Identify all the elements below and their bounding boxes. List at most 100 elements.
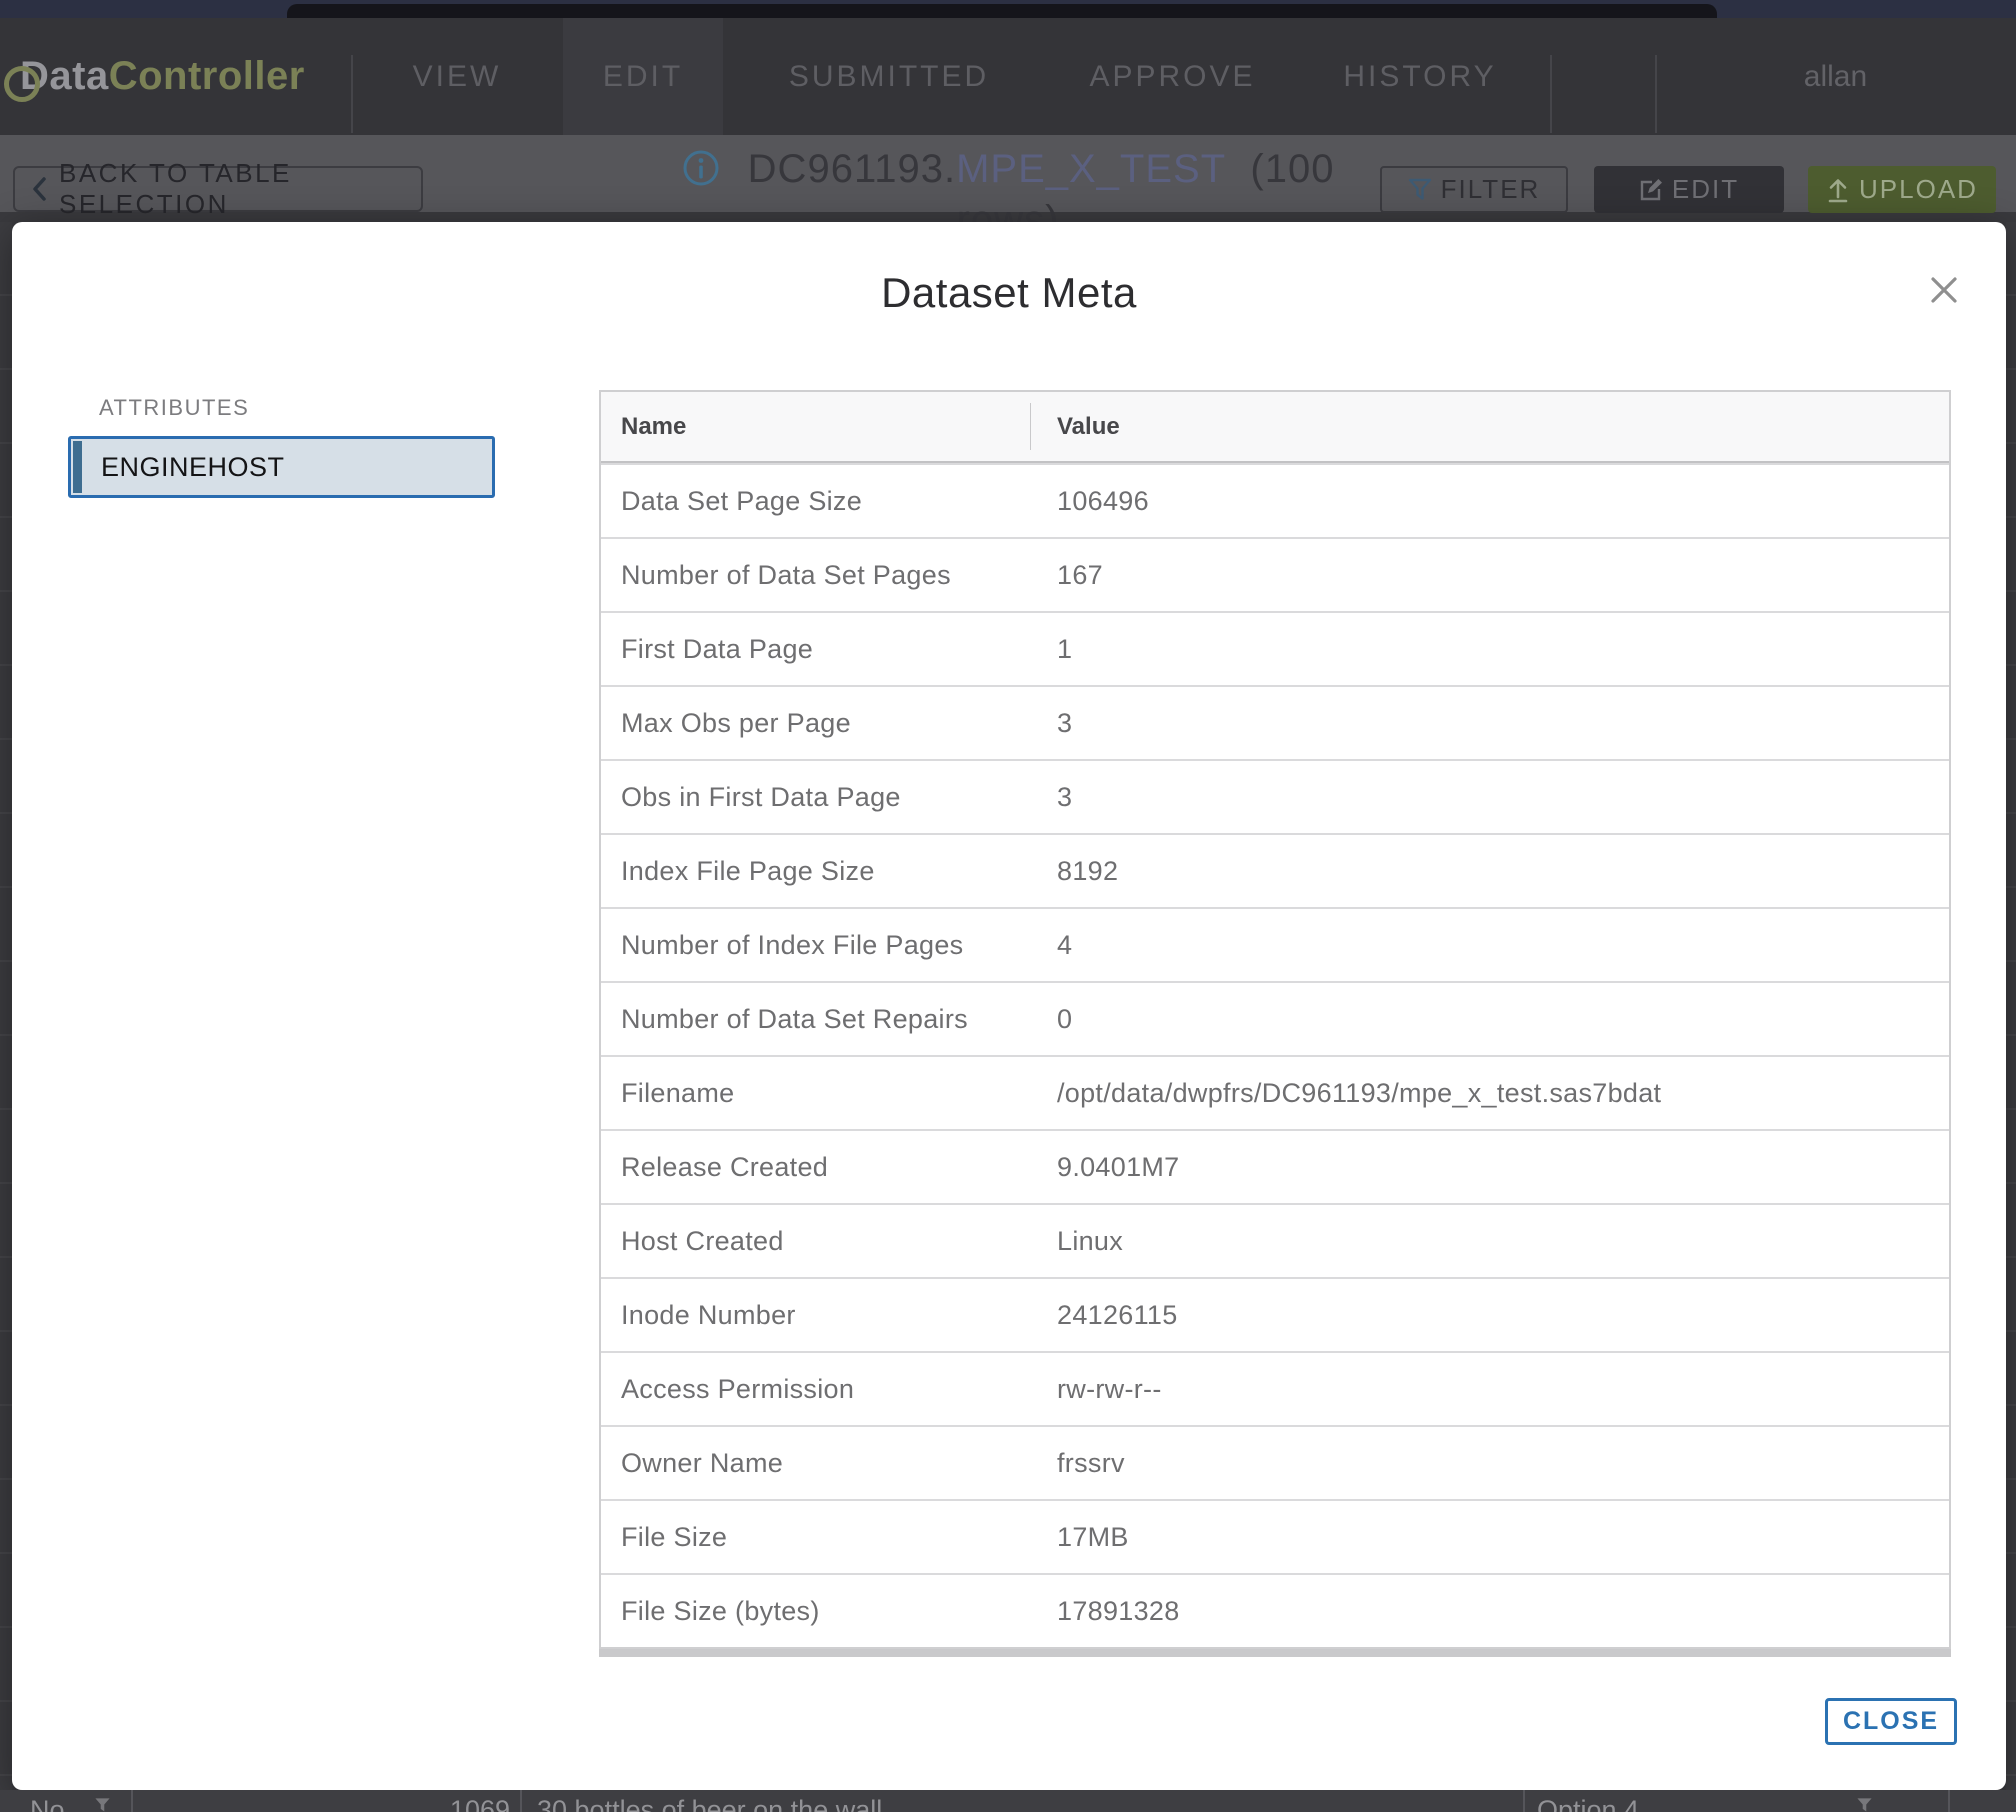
close-icon[interactable] [1924, 270, 1964, 310]
row-value: frssrv [1057, 1448, 1949, 1479]
upload-button-label: UPLOAD [1859, 174, 1978, 205]
row-name: File Size [601, 1522, 1057, 1553]
bg-col-no: No [30, 1795, 65, 1812]
background-table-row: No 1069 30 bottles of beer on the wall O… [0, 1790, 2016, 1812]
attributes-label: ATTRIBUTES [99, 395, 249, 421]
table-row: File Size17MB [601, 1499, 1949, 1573]
backdrop-right [2006, 222, 2016, 1812]
table-row: Host CreatedLinux [601, 1203, 1949, 1277]
upload-button[interactable]: UPLOAD [1808, 166, 1996, 213]
bg-number-cell: 1069 [448, 1795, 510, 1812]
filter-funnel-icon [1408, 178, 1432, 202]
row-name: First Data Page [601, 634, 1057, 665]
row-name: Number of Data Set Repairs [601, 1004, 1057, 1035]
header-column-divider [1030, 403, 1031, 450]
attribute-item-label: ENGINEHOST [71, 452, 285, 483]
row-name: Index File Page Size [601, 856, 1057, 887]
row-name: Number of Data Set Pages [601, 560, 1057, 591]
info-icon[interactable] [682, 152, 732, 196]
attribute-item-enginehost[interactable]: ENGINEHOST [68, 436, 495, 498]
table-row: Number of Data Set Repairs0 [601, 981, 1949, 1055]
row-name: Data Set Page Size [601, 486, 1057, 517]
meta-table: Name Value Data Set Page Size106496Numbe… [599, 390, 1951, 1649]
nav-tab-approve[interactable]: APPROVE [1055, 18, 1290, 135]
filter-button-label: FILTER [1441, 174, 1541, 205]
table-row: Release Created9.0401M7 [601, 1129, 1949, 1203]
backdrop-left [0, 222, 12, 1812]
row-value: 3 [1057, 782, 1949, 813]
row-value: 4 [1057, 930, 1949, 961]
browser-tab-strip [0, 0, 2016, 18]
app-logo[interactable]: DataController [20, 18, 305, 135]
table-row: File Size (bytes)17891328 [601, 1573, 1949, 1647]
row-value: /opt/data/dwpfrs/DC961193/mpe_x_test.sas… [1057, 1078, 1949, 1109]
table-row: Owner Namefrssrv [601, 1425, 1949, 1499]
nav-tab-history[interactable]: HISTORY [1290, 18, 1550, 135]
title-row-count-line1: (100 [1250, 147, 1334, 191]
edit-button[interactable]: EDIT [1594, 166, 1784, 213]
modal-title: Dataset Meta [12, 269, 2006, 317]
table-horizontal-scrollbar[interactable] [599, 1649, 1951, 1657]
row-name: Owner Name [601, 1448, 1057, 1479]
row-value: Linux [1057, 1226, 1949, 1257]
row-name: Number of Index File Pages [601, 930, 1057, 961]
column-header-value: Value [1057, 413, 1949, 441]
row-value: 1 [1057, 634, 1949, 665]
table-row: Inode Number24126115 [601, 1277, 1949, 1351]
bg-text-cell: 30 bottles of beer on the wall [537, 1795, 882, 1812]
row-name: Obs in First Data Page [601, 782, 1057, 813]
bg-filter-icon [1856, 1797, 1873, 1812]
bg-filter-icon [94, 1797, 111, 1812]
row-name: Max Obs per Page [601, 708, 1057, 739]
upload-arrow-icon [1826, 177, 1850, 203]
table-row: Access Permissionrw-rw-r-- [601, 1351, 1949, 1425]
row-value: 9.0401M7 [1057, 1152, 1949, 1183]
row-value: 24126115 [1057, 1300, 1949, 1331]
row-value: 17891328 [1057, 1596, 1949, 1627]
logo-part2: Controller [109, 54, 305, 99]
app-screen: DataController VIEW EDIT SUBMITTED APPRO… [0, 0, 2016, 1812]
table-row: Filename/opt/data/dwpfrs/DC961193/mpe_x_… [601, 1055, 1949, 1129]
row-name: Host Created [601, 1226, 1057, 1257]
row-name: Filename [601, 1078, 1057, 1109]
dataset-meta-modal: Dataset Meta ATTRIBUTES ENGINEHOST Name … [12, 222, 2006, 1790]
close-button[interactable]: CLOSE [1825, 1698, 1957, 1745]
bg-column-divider [131, 1790, 133, 1812]
row-value: 106496 [1057, 486, 1949, 517]
row-value: 167 [1057, 560, 1949, 591]
row-name: File Size (bytes) [601, 1596, 1057, 1627]
row-value: rw-rw-r-- [1057, 1374, 1949, 1405]
table-row: Number of Data Set Pages167 [601, 537, 1949, 611]
user-menu[interactable]: allan [1655, 18, 2016, 135]
bg-column-divider [520, 1790, 522, 1812]
title-table-name: MPE_X_TEST [956, 147, 1226, 191]
row-value: 8192 [1057, 856, 1949, 887]
column-header-name: Name [601, 413, 1057, 441]
edit-button-label: EDIT [1672, 174, 1739, 205]
nav-tab-view[interactable]: VIEW [351, 18, 563, 135]
title-row-count [1226, 147, 1250, 191]
table-row: Number of Index File Pages4 [601, 907, 1949, 981]
table-row: First Data Page1 [601, 611, 1949, 685]
row-name: Release Created [601, 1152, 1057, 1183]
table-row: Max Obs per Page3 [601, 685, 1949, 759]
table-row: Data Set Page Size106496 [601, 463, 1949, 537]
table-row: Obs in First Data Page3 [601, 759, 1949, 833]
browser-active-tab[interactable] [287, 4, 1717, 18]
meta-table-header: Name Value [601, 392, 1949, 463]
title-libref: DC961193. [748, 147, 956, 191]
row-value: 0 [1057, 1004, 1949, 1035]
logo-icon [4, 66, 40, 102]
row-name: Inode Number [601, 1300, 1057, 1331]
nav-tab-submitted[interactable]: SUBMITTED [723, 18, 1055, 135]
filter-button[interactable]: FILTER [1380, 166, 1568, 213]
nav-tab-edit[interactable]: EDIT [563, 18, 723, 135]
table-row: Index File Page Size8192 [601, 833, 1949, 907]
row-name: Access Permission [601, 1374, 1057, 1405]
bg-column-divider [1523, 1790, 1525, 1812]
nav-separator [1550, 55, 1552, 133]
row-value: 17MB [1057, 1522, 1949, 1553]
navbar: DataController VIEW EDIT SUBMITTED APPRO… [0, 18, 2016, 135]
edit-pencil-icon [1639, 178, 1663, 202]
attribute-selected-stripe [73, 441, 82, 493]
